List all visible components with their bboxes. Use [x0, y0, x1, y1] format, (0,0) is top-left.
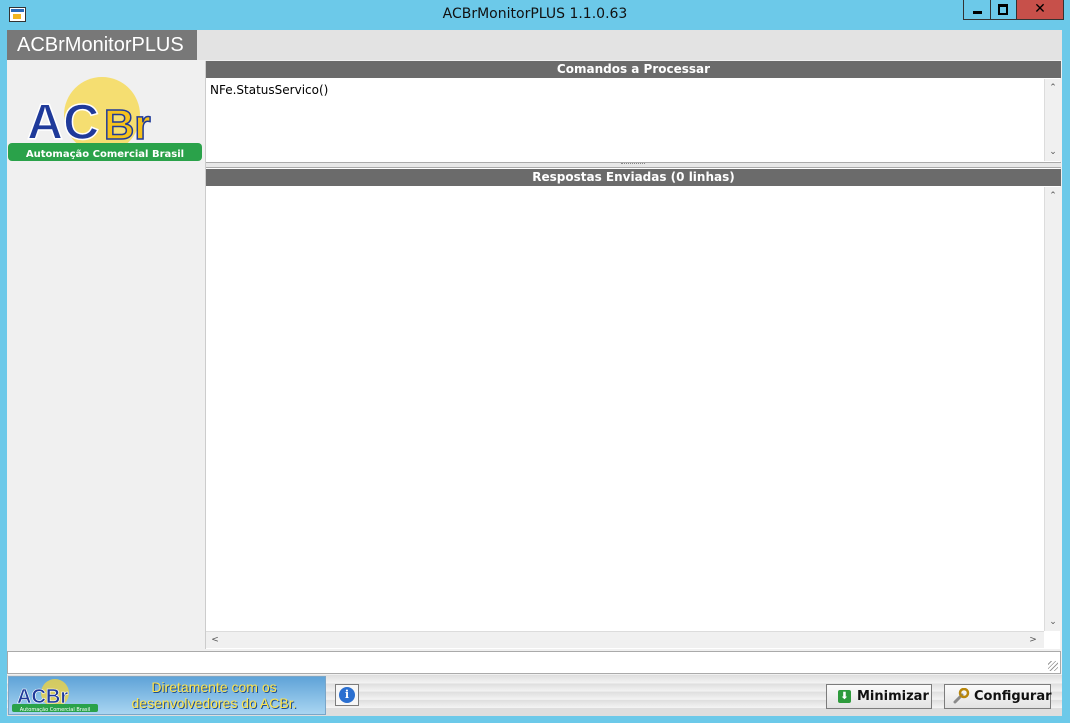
- banner-line-2: desenvolvedores do ACBr.: [131, 695, 297, 711]
- info-icon: i: [339, 687, 355, 703]
- logo-br-text: Br: [104, 101, 151, 148]
- client-area: ACBrMonitorPLUS AC Br Automação Comercia…: [7, 30, 1062, 716]
- window-minimize-button[interactable]: [963, 0, 991, 20]
- splitter-grip-icon: [621, 163, 645, 168]
- minimize-button[interactable]: ⬇ Minimizar: [826, 684, 932, 709]
- window-title: ACBrMonitorPLUS 1.1.0.63: [442, 6, 628, 22]
- logo-ac-text: AC: [27, 94, 99, 150]
- logo-tagline: Automação Comercial Brasil: [26, 149, 184, 160]
- header-strip: ACBrMonitorPLUS: [7, 30, 1062, 60]
- app-name-label: ACBrMonitorPLUS: [7, 30, 197, 60]
- close-icon: ✕: [1034, 1, 1046, 17]
- responses-vscrollbar[interactable]: ⌃ ⌄: [1044, 187, 1061, 631]
- scroll-right-icon[interactable]: >: [1025, 632, 1041, 648]
- banner-logo: ACBr Automação Comercial Brasil: [12, 679, 98, 713]
- commands-vscrollbar[interactable]: ⌃ ⌄: [1044, 79, 1061, 161]
- wrench-icon: [953, 688, 970, 704]
- status-bar: [7, 651, 1061, 674]
- window-maximize-button[interactable]: [991, 0, 1017, 20]
- window-close-button[interactable]: ✕: [1017, 0, 1064, 20]
- scroll-up-icon[interactable]: ⌃: [1045, 188, 1061, 204]
- commands-memo[interactable]: NFe.StatusServico(): [206, 79, 1044, 161]
- left-panel: AC Br Automação Comercial Brasil: [7, 61, 203, 649]
- responses-header: Respostas Enviadas (0 linhas): [206, 169, 1061, 186]
- scroll-left-icon[interactable]: <: [207, 632, 223, 648]
- commands-header: Comandos a Processar: [206, 61, 1061, 78]
- info-button[interactable]: i: [335, 684, 359, 706]
- acbr-banner[interactable]: ACBr Automação Comercial Brasil Diretame…: [8, 676, 326, 715]
- responses-hscrollbar[interactable]: < >: [206, 631, 1044, 648]
- configure-button[interactable]: Configurar: [944, 684, 1052, 709]
- responses-memo[interactable]: [206, 187, 1044, 629]
- scroll-down-icon[interactable]: ⌄: [1045, 144, 1061, 160]
- configure-label: Configurar: [974, 689, 1052, 704]
- title-bar: ACBrMonitorPLUS 1.1.0.63 ✕: [0, 0, 1070, 30]
- banner-logo-tagline: Automação Comercial Brasil: [20, 707, 91, 713]
- minimize-label: Minimizar: [857, 689, 929, 704]
- banner-line-1: Diretamente com os: [151, 679, 277, 695]
- main-panel: Comandos a Processar NFe.StatusServico()…: [205, 61, 1061, 649]
- scroll-down-icon[interactable]: ⌄: [1045, 614, 1061, 630]
- bottom-toolbar: ACBr Automação Comercial Brasil Diretame…: [7, 675, 1062, 716]
- splitter[interactable]: [206, 162, 1061, 168]
- acbr-logo: AC Br Automação Comercial Brasil: [8, 77, 202, 161]
- scroll-up-icon[interactable]: ⌃: [1045, 80, 1061, 96]
- arrow-down-icon: ⬇: [838, 690, 851, 703]
- size-grip-icon[interactable]: [1048, 661, 1058, 671]
- banner-text: Diretamente com os desenvolvedores do AC…: [104, 679, 324, 711]
